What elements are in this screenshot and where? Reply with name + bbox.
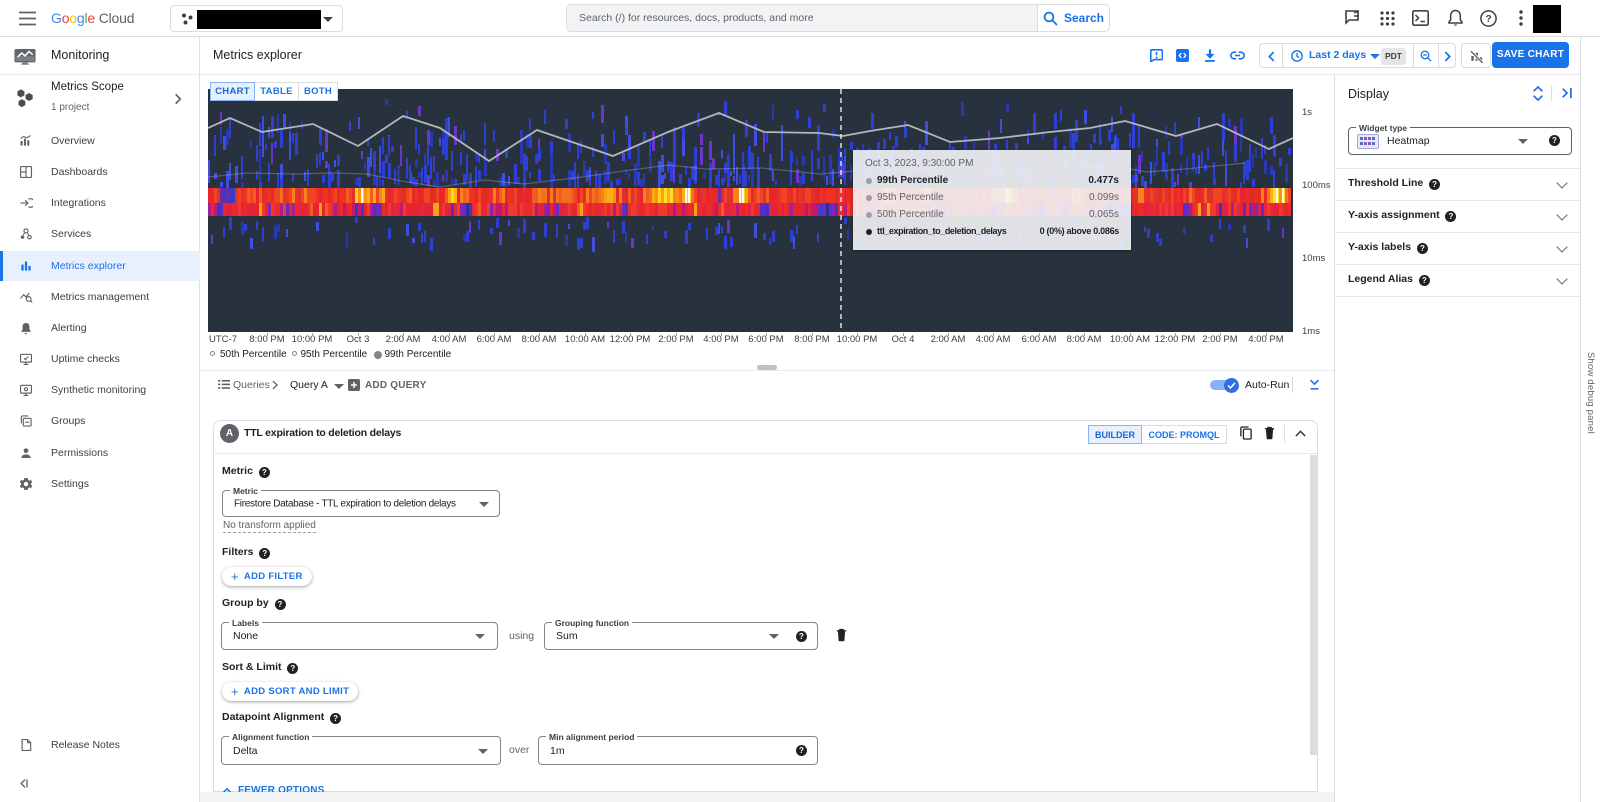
svg-text:?: ? — [1485, 14, 1491, 25]
